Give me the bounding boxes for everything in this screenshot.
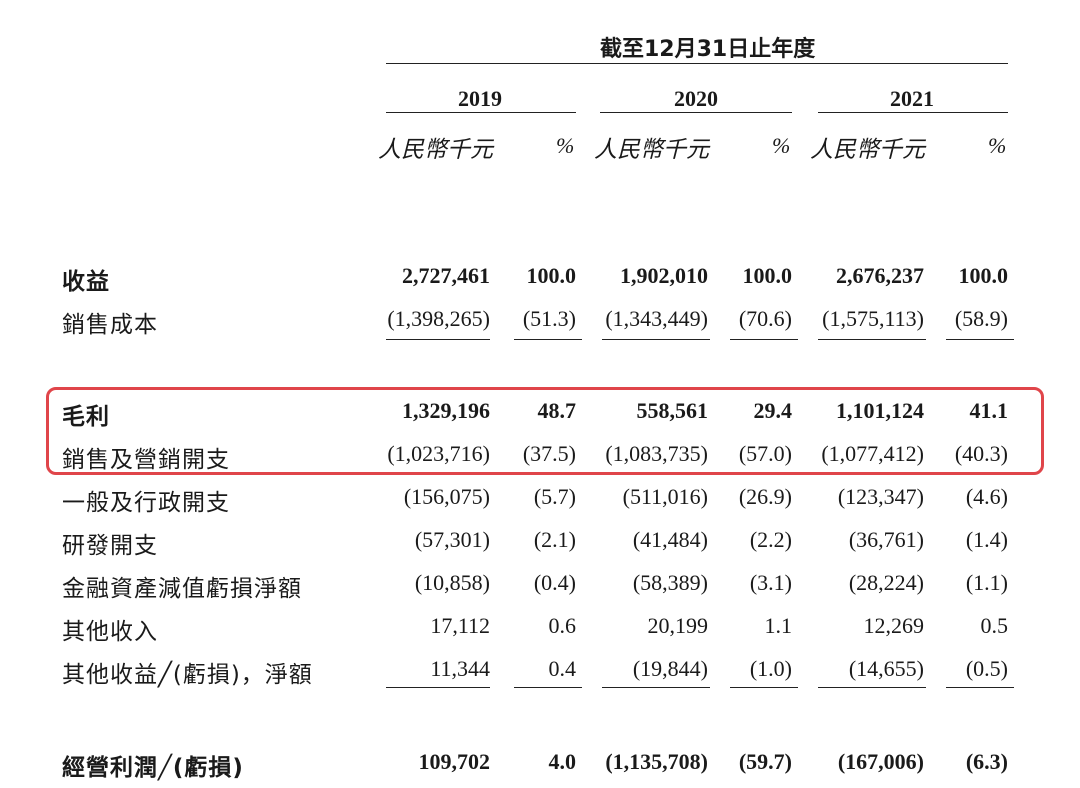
- cell-other-gains-losses-2021-amount: (14,655): [848, 656, 924, 681]
- cell-general-admin-expenses-2021-pct: (4.6): [965, 484, 1008, 509]
- cell-other-gains-losses-2020-amount: (19,844): [632, 656, 708, 681]
- cell-impairment-losses-2020-amount: (58,389): [632, 570, 708, 595]
- cell-rd-expenses-2020-amount: (41,484): [632, 527, 708, 552]
- cell-revenue-2020-amount: 1,902,010: [620, 263, 708, 288]
- cell-other-income-2021-pct: 0.5: [980, 613, 1009, 638]
- cell-other-income-2020-pct: 1.1: [764, 613, 793, 638]
- year-2019: 2019: [458, 86, 502, 111]
- highlight-box: [46, 387, 1044, 475]
- cell-other-gains-losses-2019-pct: 0.4: [548, 656, 577, 681]
- cell-rd-expenses-2021-pct: (1.4): [965, 527, 1008, 552]
- subtotal-rule-b-4: [730, 687, 798, 688]
- year-rule-2020: [600, 112, 792, 113]
- cell-impairment-losses-2019-pct: (0.4): [533, 570, 576, 595]
- subtotal-rule-b-3: [602, 687, 710, 688]
- cell-impairment-losses-2021-amount: (28,224): [848, 570, 924, 595]
- cell-general-admin-expenses-2020-amount: (511,016): [622, 484, 708, 509]
- cell-operating-profit-2020-pct: (59.7): [738, 749, 792, 774]
- cell-other-gains-losses-2021-pct: (0.5): [965, 656, 1008, 681]
- cell-revenue-2021-pct: 100.0: [958, 263, 1009, 288]
- cell-rd-expenses-2019-pct: (2.1): [533, 527, 576, 552]
- cell-other-income-2021-amount: 12,269: [863, 613, 925, 638]
- unit-caption-2019: 人民幣千元: [378, 137, 493, 163]
- cell-cost-of-sales-2021-pct: (58.9): [954, 306, 1008, 331]
- cell-cost-of-sales-2020-amount: (1,343,449): [605, 306, 708, 331]
- cell-operating-profit-2021-pct: (6.3): [965, 749, 1008, 774]
- cell-general-admin-expenses-2020-pct: (26.9): [738, 484, 792, 509]
- subtotal-rule-a-3: [602, 339, 710, 340]
- subtotal-rule-a-1: [386, 339, 490, 340]
- cell-revenue-2021-amount: 2,676,237: [836, 263, 924, 288]
- row-label-revenue: 收益: [62, 269, 110, 295]
- row-label-rd-expenses: 研發開支: [62, 533, 158, 559]
- cell-general-admin-expenses-2021-amount: (123,347): [837, 484, 924, 509]
- cell-other-income-2019-amount: 17,112: [430, 613, 490, 638]
- period-rule: [386, 63, 1008, 64]
- cell-other-income-2020-amount: 20,199: [647, 613, 709, 638]
- cell-operating-profit-2020-amount: (1,135,708): [605, 749, 708, 774]
- subtotal-rule-b-5: [818, 687, 926, 688]
- cell-cost-of-sales-2019-pct: (51.3): [522, 306, 576, 331]
- year-2021: 2021: [890, 86, 934, 111]
- pct-caption-2020: %: [772, 133, 791, 158]
- cell-other-gains-losses-2019-amount: 11,344: [430, 656, 490, 681]
- cell-impairment-losses-2019-amount: (10,858): [414, 570, 490, 595]
- cell-operating-profit-2019-amount: 109,702: [418, 749, 491, 774]
- subtotal-rule-b-2: [514, 687, 582, 688]
- cell-general-admin-expenses-2019-pct: (5.7): [533, 484, 576, 509]
- cell-revenue-2019-amount: 2,727,461: [402, 263, 490, 288]
- cell-operating-profit-2019-pct: 4.0: [548, 749, 577, 774]
- row-label-impairment-losses: 金融資產減值虧損淨額: [62, 576, 302, 602]
- subtotal-rule-a-6: [946, 339, 1014, 340]
- subtotal-rule-a-2: [514, 339, 582, 340]
- cell-rd-expenses-2021-amount: (36,761): [848, 527, 924, 552]
- unit-caption-2021: 人民幣千元: [810, 137, 925, 163]
- cell-impairment-losses-2021-pct: (1.1): [965, 570, 1008, 595]
- period-title: 截至12月31日止年度: [600, 37, 816, 62]
- subtotal-rule-b-6: [946, 687, 1014, 688]
- row-label-cost-of-sales: 銷售成本: [62, 312, 158, 338]
- year-rule-2019: [386, 112, 576, 113]
- row-label-operating-profit: 經營利潤╱(虧損): [62, 755, 244, 781]
- cell-operating-profit-2021-amount: (167,006): [837, 749, 924, 774]
- subtotal-rule-b-1: [386, 687, 490, 688]
- row-label-general-admin-expenses: 一般及行政開支: [62, 490, 230, 516]
- cell-revenue-2019-pct: 100.0: [526, 263, 577, 288]
- cell-rd-expenses-2020-pct: (2.2): [749, 527, 792, 552]
- cell-cost-of-sales-2019-amount: (1,398,265): [387, 306, 490, 331]
- cell-cost-of-sales-2020-pct: (70.6): [738, 306, 792, 331]
- cell-impairment-losses-2020-pct: (3.1): [749, 570, 792, 595]
- cell-general-admin-expenses-2019-amount: (156,075): [403, 484, 490, 509]
- row-label-other-gains-losses: 其他收益╱(虧損)，淨額: [62, 662, 313, 688]
- unit-caption-2020: 人民幣千元: [594, 137, 709, 163]
- subtotal-rule-a-4: [730, 339, 798, 340]
- year-rule-2021: [818, 112, 1008, 113]
- subtotal-rule-a-5: [818, 339, 926, 340]
- cell-other-income-2019-pct: 0.6: [548, 613, 577, 638]
- cell-cost-of-sales-2021-amount: (1,575,113): [822, 306, 924, 331]
- pct-caption-2021: %: [988, 133, 1007, 158]
- row-label-other-income: 其他收入: [62, 619, 158, 645]
- pct-caption-2019: %: [556, 133, 575, 158]
- cell-revenue-2020-pct: 100.0: [742, 263, 793, 288]
- cell-rd-expenses-2019-amount: (57,301): [414, 527, 490, 552]
- cell-other-gains-losses-2020-pct: (1.0): [749, 656, 792, 681]
- year-2020: 2020: [674, 86, 718, 111]
